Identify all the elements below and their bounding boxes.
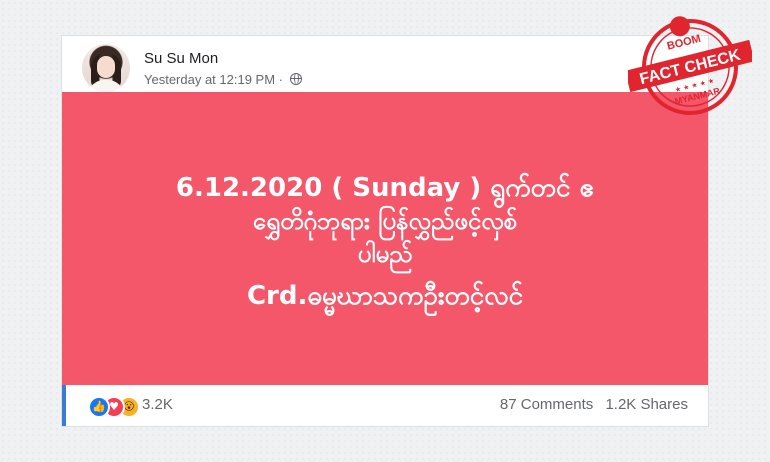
reaction-count[interactable]: 3.2K — [142, 396, 173, 413]
post-image[interactable]: 6.12.2020 ( Sunday ) ရွက်တင် ဧ ရွှေတိဂုံ… — [62, 92, 708, 385]
boom-fact-check-stamp: BOOM FACT CHECK MYANMAR ★ ★ ★ ★ ★ — [628, 16, 752, 115]
facebook-post-card: Su Su Mon Yesterday at 12:19 PM · 6.12.2… — [62, 36, 708, 426]
shares-count[interactable]: 1.2K Shares — [605, 396, 688, 413]
post-stats: 87 Comments 1.2K Shares — [500, 396, 688, 413]
avatar-face — [97, 56, 115, 78]
post-timestamp[interactable]: Yesterday at 12:19 PM · — [144, 72, 283, 87]
like-icon: 👍 — [88, 396, 110, 418]
stamp-top-text: BOOM — [666, 33, 702, 53]
image-text-line-2: ရွှေတိဂုံဘုရား ပြန်လွှည်ဖင့်လှစ် — [252, 207, 518, 235]
comments-count[interactable]: 87 Comments — [500, 396, 593, 413]
image-text-line-4: Crd.ဓမ္မဃာသကဦးတင့်လင် — [246, 281, 524, 311]
globe-icon — [289, 73, 302, 85]
post-footer: 👍 ♥ 😮 3.2K 87 Comments 1.2K Shares — [62, 385, 708, 426]
image-text-line-1: 6.12.2020 ( Sunday ) ရွက်တင် ဧ — [175, 173, 595, 203]
avatar[interactable] — [82, 44, 130, 92]
author-name[interactable]: Su Su Mon — [144, 50, 218, 67]
image-text-line-3: ပါမည် — [357, 240, 413, 268]
post-meta: Yesterday at 12:19 PM · — [144, 72, 302, 87]
